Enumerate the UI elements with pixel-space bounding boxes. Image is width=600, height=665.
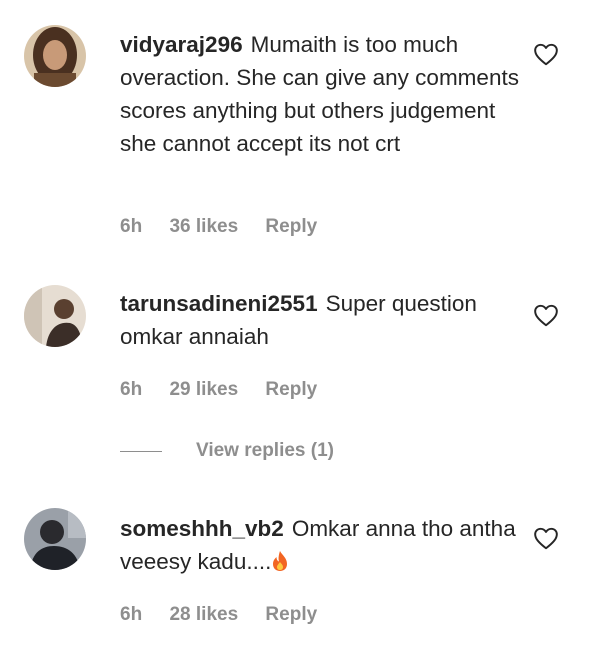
comment-likes[interactable]: 28 likes (169, 604, 238, 625)
avatar[interactable] (24, 285, 86, 347)
reply-button[interactable]: Reply (265, 379, 317, 400)
avatar-image (24, 25, 86, 87)
reply-button[interactable]: Reply (265, 216, 317, 237)
heart-icon[interactable] (533, 42, 559, 66)
comment-body: someshhh_vb2 Omkar anna tho antha veeesy … (120, 512, 520, 578)
avatar[interactable] (24, 25, 86, 87)
comment-username[interactable]: vidyaraj296 (120, 32, 243, 57)
comment-body: vidyaraj296 Mumaith is too much overactio… (120, 28, 520, 160)
avatar-image (24, 508, 86, 570)
reply-button[interactable]: Reply (265, 604, 317, 625)
comment-meta: 6h 29 likes Reply (120, 379, 339, 401)
comment-time[interactable]: 6h (120, 604, 142, 625)
comment-body: tarunsadineni2551 Super question omkar an… (120, 287, 520, 353)
comment-username[interactable]: someshhh_vb2 (120, 516, 284, 541)
avatar-image (24, 285, 86, 347)
view-replies-divider (120, 450, 162, 452)
avatar[interactable] (24, 508, 86, 570)
comment-meta: 6h 36 likes Reply (120, 216, 339, 238)
comment-username[interactable]: tarunsadineni2551 (120, 291, 318, 316)
heart-icon[interactable] (533, 526, 559, 550)
comment-likes[interactable]: 36 likes (169, 216, 238, 237)
heart-icon[interactable] (533, 303, 559, 327)
comment-likes[interactable]: 29 likes (169, 379, 238, 400)
comment-meta: 6h 28 likes Reply (120, 604, 339, 626)
view-replies-label: View replies (1) (196, 440, 334, 461)
view-replies-button[interactable]: View replies (1) (120, 440, 334, 462)
fire-icon (273, 551, 288, 571)
comment-time[interactable]: 6h (120, 216, 142, 237)
comment-time[interactable]: 6h (120, 379, 142, 400)
